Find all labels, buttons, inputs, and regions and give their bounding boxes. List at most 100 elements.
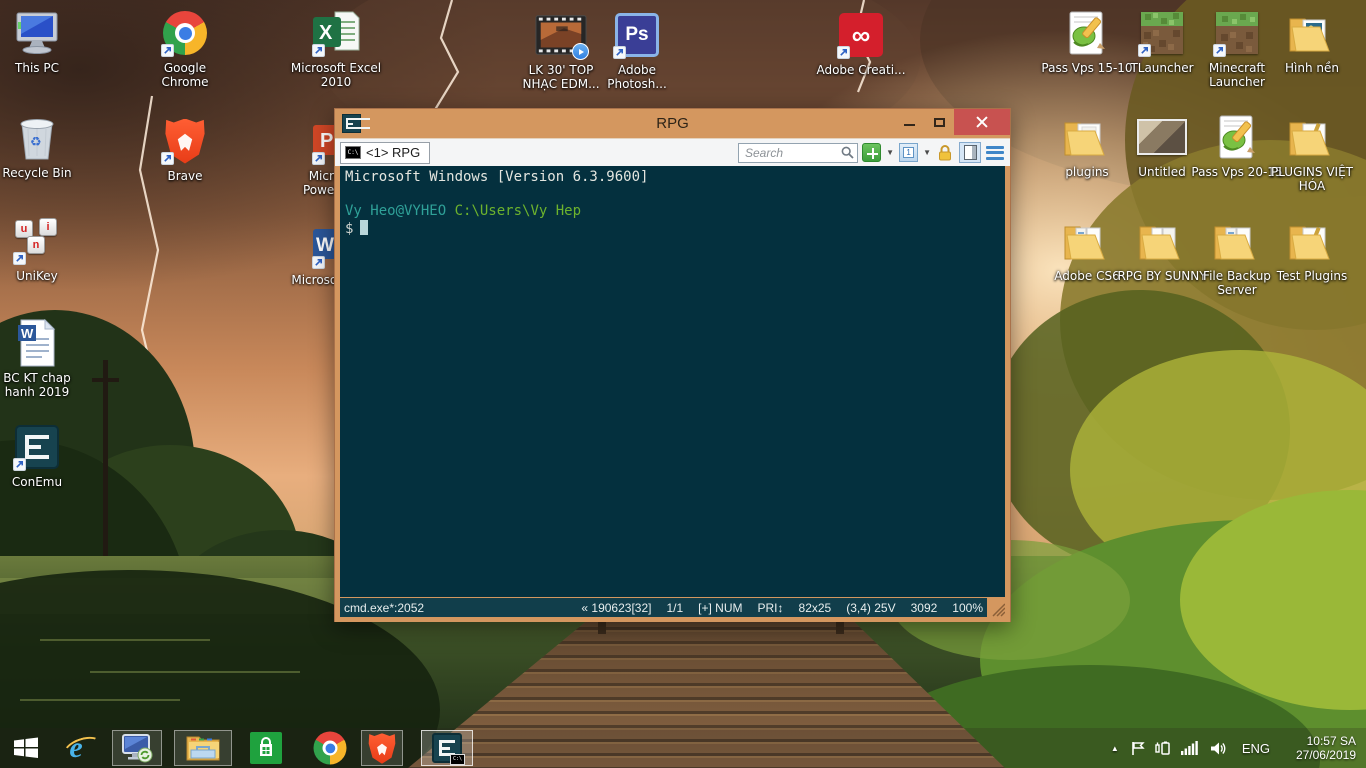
new-console-button[interactable] xyxy=(862,143,882,162)
internet-explorer-icon: e xyxy=(60,732,106,766)
desktop-icon-label: ConEmu xyxy=(11,475,63,489)
maximize-button[interactable] xyxy=(924,109,954,135)
desktop-icon-label: UniKey xyxy=(16,269,58,283)
desktop-icon-unikey[interactable]: u i n UniKey xyxy=(0,216,83,283)
desktop-icon-label: PLUGINS VIỆT HÓA xyxy=(1270,165,1353,193)
this-pc-icon xyxy=(11,8,63,58)
taskbar-conemu-active[interactable]: C:\ xyxy=(421,730,473,766)
desktop-icon-plugins-viet-hoa[interactable]: PLUGINS VIỆT HÓA xyxy=(1266,112,1358,193)
desktop-icon-label: Hình nền xyxy=(1285,61,1339,75)
title-bar[interactable]: RPG xyxy=(335,109,1010,138)
folder-files-icon xyxy=(1211,216,1263,266)
clock[interactable]: 10:57 SA 27/06/2019 xyxy=(1282,734,1366,762)
svg-text:♻: ♻ xyxy=(30,135,42,150)
network-signal-icon[interactable] xyxy=(1176,741,1204,755)
conemu-icon: C:\ xyxy=(432,733,465,765)
excel-icon: X xyxy=(310,8,362,58)
clock-time: 10:57 SA xyxy=(1306,734,1356,748)
desktop-icon-label: TLauncher xyxy=(1130,61,1194,75)
shortcut-arrow-icon xyxy=(312,152,325,165)
windows-store-icon xyxy=(250,732,282,764)
search-input[interactable] xyxy=(738,142,858,163)
desktop-icon-label: Adobe CS6 xyxy=(1054,269,1120,283)
desktop-icon-conemu[interactable]: ConEmu xyxy=(0,422,83,489)
cmd-icon: C:\ xyxy=(345,146,361,159)
window-list-button[interactable]: 1 xyxy=(899,143,919,162)
desktop-icon-this-pc[interactable]: This PC xyxy=(0,8,83,75)
console-prompt-line: Vy Heo@VYHEO C:\Users\Vy Hep xyxy=(345,203,1005,220)
windows-logo-icon xyxy=(14,737,38,758)
search-box xyxy=(738,142,858,163)
new-console-dropdown-icon[interactable]: ▼ xyxy=(886,148,894,157)
desktop-icon-excel[interactable]: X Microsoft Excel 2010 xyxy=(290,8,382,89)
svg-text:W: W xyxy=(21,326,34,341)
lock-icon[interactable] xyxy=(936,143,954,162)
word-document-icon: W xyxy=(11,318,63,368)
taskbar-internet-explorer[interactable]: e xyxy=(56,730,106,766)
start-button[interactable] xyxy=(10,730,42,766)
tray-expand-icon[interactable]: ▲ xyxy=(1104,744,1126,753)
notepadpp-file-icon xyxy=(1061,8,1113,58)
window-list-dropdown-icon[interactable]: ▼ xyxy=(923,148,931,157)
close-button[interactable] xyxy=(954,109,1010,135)
shortcut-arrow-icon xyxy=(312,44,325,57)
cmd-badge-icon: C:\ xyxy=(450,754,465,765)
status-process: cmd.exe*:2052 xyxy=(344,600,425,615)
prompt-symbol: $ xyxy=(345,221,354,237)
taskbar: e C:\ ▲ ENG 10:57 SA 27/06/2019 xyxy=(0,728,1366,768)
desktop-icon-label: Google Chrome xyxy=(161,61,209,89)
taskbar-file-explorer[interactable] xyxy=(174,730,232,766)
folder-files-icon xyxy=(1061,216,1113,266)
close-icon xyxy=(976,116,988,128)
taskbar-remote-desktop[interactable] xyxy=(112,730,162,766)
status-memory: 3092 xyxy=(910,600,938,615)
tab-label: <1> RPG xyxy=(366,145,421,160)
desktop-icon-creative-cloud[interactable]: ∞ Adobe Creati... xyxy=(815,10,907,77)
minimize-button[interactable] xyxy=(894,109,924,135)
desktop-icon-hinh-nen[interactable]: Hình nền xyxy=(1266,8,1358,75)
shortcut-arrow-icon xyxy=(1213,44,1226,57)
taskbar-windows-store[interactable] xyxy=(246,730,286,766)
desktop-icon-recycle-bin[interactable]: ♻ Recycle Bin xyxy=(0,113,83,180)
chrome-icon xyxy=(159,8,211,58)
image-file-icon xyxy=(1136,112,1188,162)
desktop-icon-label: Microsoft Excel 2010 xyxy=(290,61,382,89)
taskbar-brave[interactable] xyxy=(361,730,403,766)
desktop-icon-photoshop[interactable]: Ps Adobe Photosh... xyxy=(591,10,683,91)
console-tab-rpg[interactable]: C:\ <1> RPG xyxy=(340,141,431,164)
language-indicator[interactable]: ENG xyxy=(1232,741,1282,756)
desktop-icon-bc-kt-doc[interactable]: W BC KT chap hanh 2019 xyxy=(0,318,83,399)
clock-date: 27/06/2019 xyxy=(1295,748,1356,762)
prompt-path: C:\Users\Vy Hep xyxy=(446,203,582,219)
minecraft-block-icon xyxy=(1136,8,1188,58)
resize-grip[interactable] xyxy=(987,598,1006,617)
brave-icon xyxy=(368,732,396,764)
shortcut-arrow-icon xyxy=(1138,44,1151,57)
prompt-user: Vy Heo@VYHEO xyxy=(345,203,447,219)
desktop-icon-google-chrome[interactable]: Google Chrome xyxy=(139,8,231,89)
window-bottom-frame xyxy=(335,617,1010,622)
folder-brush-icon xyxy=(1286,216,1338,266)
taskbar-chrome[interactable] xyxy=(310,730,350,766)
brave-icon xyxy=(159,116,211,166)
minecraft-block-icon xyxy=(1211,8,1263,58)
tab-bar: C:\ <1> RPG ▼ 1 ▼ xyxy=(335,138,1010,166)
desktop-icon-test-plugins[interactable]: Test Plugins xyxy=(1266,216,1358,283)
power-plug-icon[interactable] xyxy=(1150,740,1176,756)
action-center-flag-icon[interactable] xyxy=(1126,741,1150,756)
file-explorer-icon xyxy=(186,736,220,761)
shortcut-arrow-icon xyxy=(161,152,174,165)
svg-text:P: P xyxy=(320,130,333,152)
hamburger-menu-icon[interactable] xyxy=(986,145,1004,161)
maximize-icon xyxy=(933,117,945,127)
panel-toggle-button[interactable] xyxy=(959,142,981,163)
chrome-icon xyxy=(313,731,347,765)
shortcut-arrow-icon xyxy=(13,252,26,265)
unikey-icon: u i n xyxy=(11,216,63,266)
desktop-icon-label: This PC xyxy=(15,61,59,75)
volume-icon[interactable] xyxy=(1204,741,1232,756)
console-area[interactable]: Microsoft Windows [Version 6.3.9600] Vy … xyxy=(335,166,1010,597)
desktop-icon-brave[interactable]: Brave xyxy=(139,116,231,183)
search-icon xyxy=(841,146,854,159)
